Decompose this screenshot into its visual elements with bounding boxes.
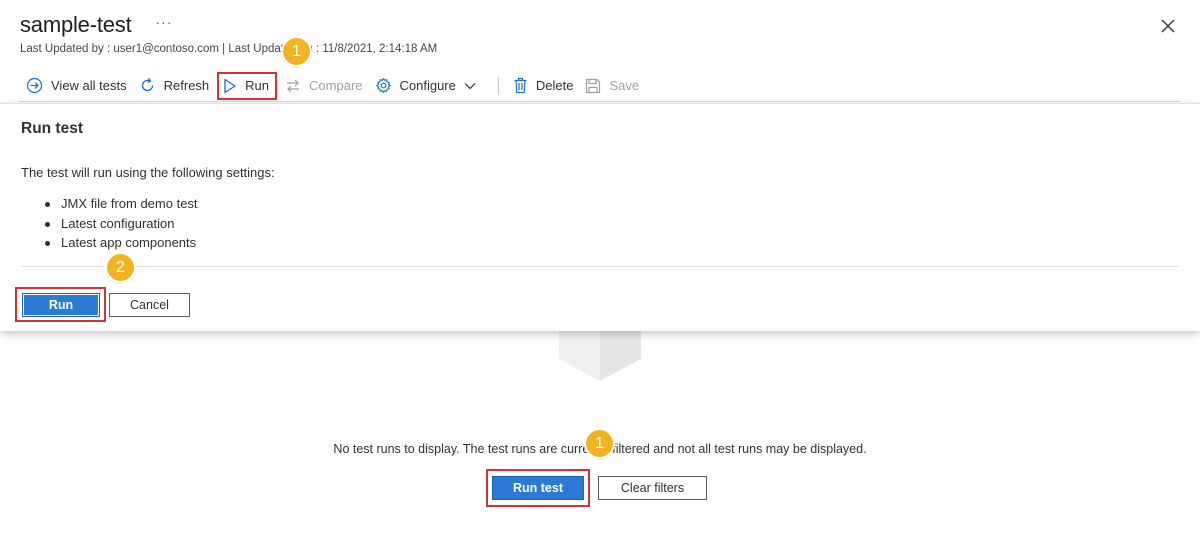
dialog-description: The test will run using the following se… [21, 165, 275, 180]
compare-icon [287, 79, 300, 92]
configure-label: Configure [399, 78, 456, 93]
view-all-tests-button[interactable]: View all tests [18, 72, 133, 100]
dialog-cancel-button[interactable]: Cancel [109, 293, 190, 317]
list-item: Latest configuration [44, 216, 198, 236]
refresh-icon [141, 78, 153, 92]
clear-filters-button[interactable]: Clear filters [598, 476, 707, 500]
list-item: JMX file from demo test [44, 196, 198, 216]
callout-badge-toolbar: 1 [283, 38, 310, 65]
save-button[interactable]: Save [579, 72, 645, 100]
page-title: sample-test [20, 12, 132, 37]
compare-button[interactable]: Compare [279, 72, 368, 100]
dialog-title: Run test [21, 120, 83, 137]
close-button[interactable] [1158, 16, 1178, 36]
chevron-down-icon [464, 82, 476, 89]
delete-button[interactable]: Delete [507, 72, 580, 100]
run-label: Run [245, 78, 270, 93]
empty-state-illustration [559, 331, 641, 381]
view-all-tests-label: View all tests [51, 78, 127, 93]
run-test-button[interactable]: Run test [492, 476, 584, 500]
page-header: sample-test ··· Last Updated by : user1@… [20, 12, 437, 55]
arrow-circle-icon [26, 77, 43, 94]
compare-label: Compare [309, 78, 363, 93]
run-button[interactable]: Run [217, 71, 278, 100]
trash-icon [514, 77, 527, 94]
gear-icon [375, 77, 391, 94]
refresh-button[interactable]: Refresh [133, 72, 216, 100]
more-options-icon[interactable]: ··· [156, 14, 173, 30]
delete-label: Delete [535, 78, 574, 93]
toolbar-divider [497, 76, 499, 95]
dialog-run-button[interactable]: Run [22, 293, 100, 317]
command-bar: View all tests Refresh Run Compare Confi… [18, 70, 1180, 102]
list-item: Latest app components [44, 235, 198, 255]
save-icon [586, 78, 601, 93]
play-icon [224, 78, 236, 93]
refresh-label: Refresh [163, 78, 210, 93]
settings-list: JMX file from demo test Latest configura… [44, 196, 198, 255]
run-test-dialog: Run test The test will run using the fol… [0, 103, 1200, 331]
dialog-divider [21, 266, 1179, 267]
last-updated-info: Last Updated by : user1@contoso.com | La… [20, 43, 438, 55]
save-label: Save [609, 78, 640, 93]
callout-badge-main: 1 [586, 430, 613, 457]
callout-badge-dialog: 2 [107, 254, 134, 281]
configure-button[interactable]: Configure [369, 72, 490, 100]
close-icon [1161, 19, 1175, 33]
